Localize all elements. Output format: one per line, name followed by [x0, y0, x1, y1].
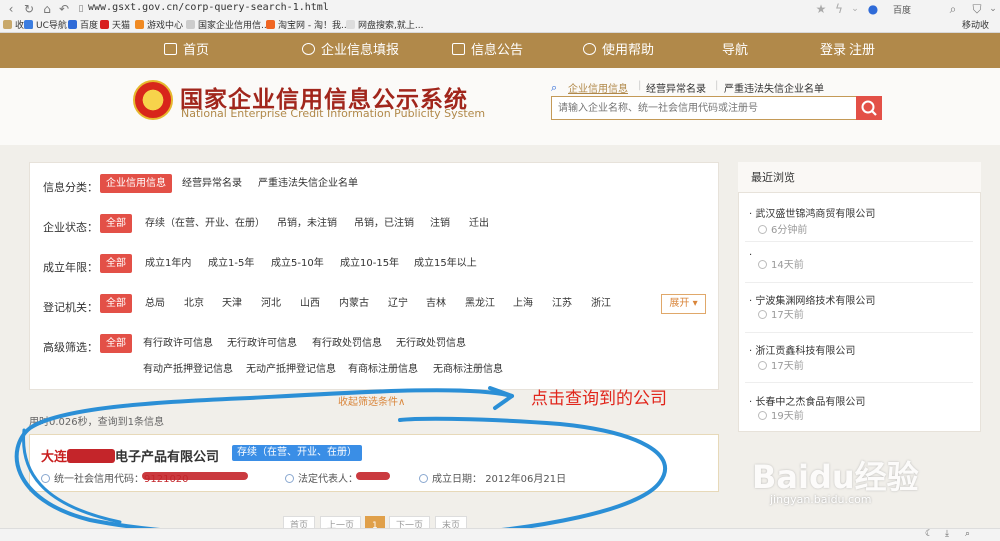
baidu-watermark-url: jingyan.baidu.com [770, 493, 872, 506]
baidu-watermark-logo: Baidu经验 [752, 458, 919, 496]
annotation-text: 点击查询到的公司 [531, 389, 667, 409]
moon-icon[interactable]: ☾ [925, 529, 933, 539]
zoom-icon[interactable]: ⌕ [965, 529, 970, 539]
download-icon[interactable]: ⤓ [945, 529, 949, 539]
browser-statusbar: ☾ ⤓ ⌕ [0, 528, 1000, 541]
